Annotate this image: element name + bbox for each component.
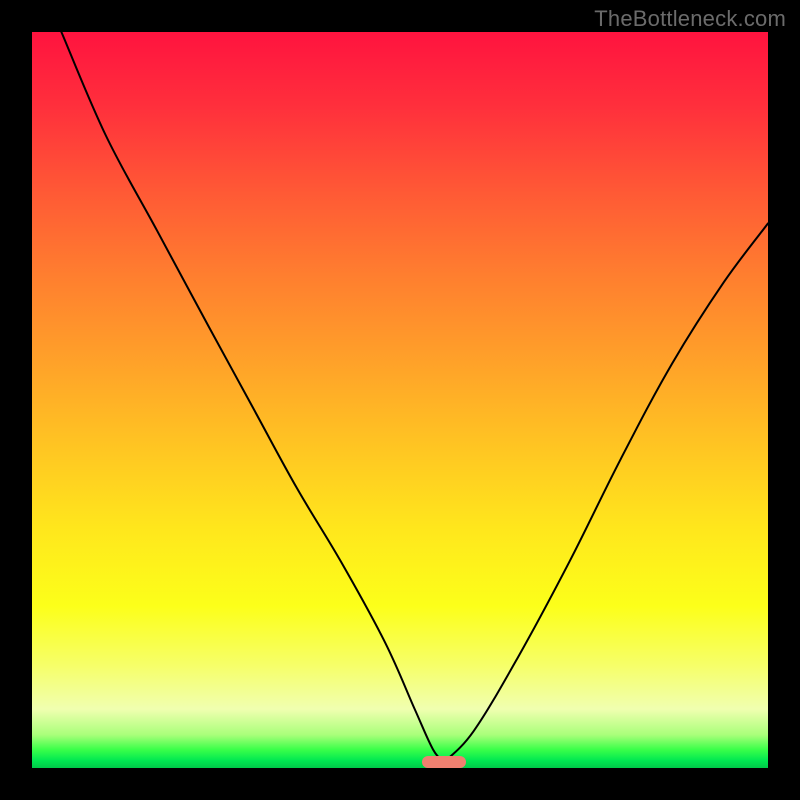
minimum-marker [422, 756, 466, 768]
curve-right-branch [444, 223, 768, 762]
watermark-text: TheBottleneck.com [594, 6, 786, 32]
curve-left-branch [61, 32, 444, 762]
chart-frame: TheBottleneck.com [0, 0, 800, 800]
curve-overlay [32, 32, 768, 768]
plot-area [32, 32, 768, 768]
